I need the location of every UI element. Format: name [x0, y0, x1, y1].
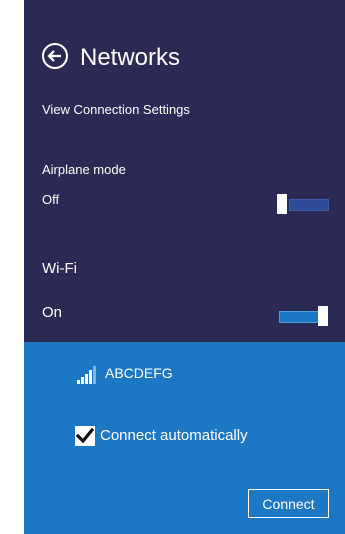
- signal-bar: [93, 366, 96, 384]
- toggle-track: [279, 311, 319, 323]
- wifi-label: Wi-Fi: [42, 260, 77, 277]
- network-name[interactable]: ABCDEFG: [105, 365, 173, 381]
- connect-button[interactable]: Connect: [248, 489, 329, 518]
- signal-bar: [81, 377, 84, 384]
- toggle-thumb: [277, 194, 287, 214]
- wifi-toggle[interactable]: [277, 306, 328, 326]
- connect-automatically-checkbox[interactable]: [75, 426, 95, 446]
- checkmark-icon: [76, 427, 94, 444]
- back-button[interactable]: [42, 43, 68, 69]
- signal-bar: [85, 374, 88, 384]
- signal-bar: [77, 380, 80, 384]
- toggle-thumb: [318, 306, 328, 326]
- airplane-mode-label: Airplane mode: [42, 162, 126, 177]
- wifi-signal-bars-icon: [77, 366, 101, 384]
- toggle-track: [289, 199, 329, 211]
- signal-bar: [89, 370, 92, 384]
- back-arrow-circle-icon: [47, 50, 61, 62]
- airplane-mode-state: Off: [42, 192, 60, 207]
- view-connection-settings-link[interactable]: View Connection Settings: [42, 102, 190, 117]
- wifi-state: On: [42, 304, 63, 321]
- page-title: Networks: [80, 44, 181, 71]
- connect-automatically-label[interactable]: Connect automatically: [100, 427, 248, 444]
- airplane-mode-toggle[interactable]: [277, 194, 329, 214]
